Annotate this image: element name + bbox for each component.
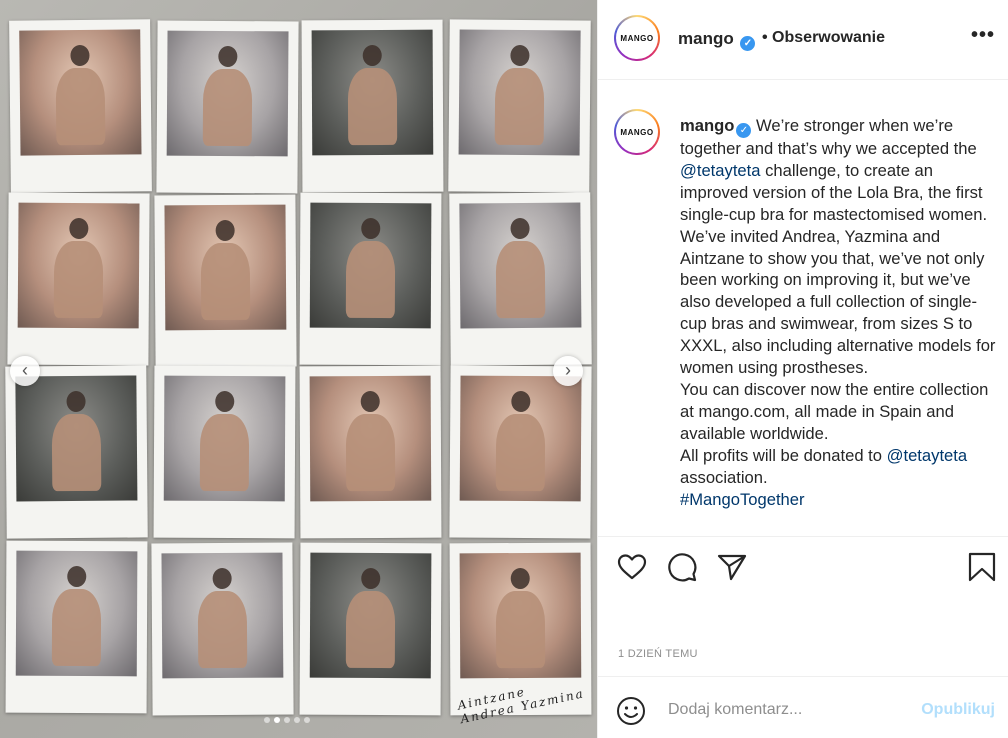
polaroid-photo: [156, 20, 299, 194]
carousel-dot: [304, 717, 310, 723]
mention-link[interactable]: @tetayteta: [887, 446, 968, 465]
avatar[interactable]: MANGO: [614, 15, 660, 61]
carousel-dot: [284, 717, 290, 723]
polaroid-photo: [448, 19, 591, 193]
carousel-dot: [264, 717, 270, 723]
polaroid-photo: [299, 365, 442, 539]
carousel-prev-button[interactable]: ‹: [10, 356, 40, 386]
polaroid-photo: [449, 192, 592, 366]
caption-text-part: You can discover now the entire collecti…: [680, 379, 989, 443]
verified-badge-icon: ✓: [736, 123, 752, 138]
polaroid-photo: [299, 192, 442, 366]
polaroid-photo: [299, 542, 442, 716]
action-bar: [598, 536, 1008, 598]
polaroid-photo: [5, 365, 148, 539]
caption-text-part: All profits will be donated to: [680, 445, 887, 465]
username-text: mango: [678, 29, 734, 48]
more-options-icon[interactable]: •••: [971, 24, 995, 47]
avatar[interactable]: MANGO: [614, 109, 660, 155]
publish-button[interactable]: Opublikuj: [921, 701, 995, 719]
polaroid-photo: [7, 192, 150, 366]
paper-plane-icon[interactable]: [716, 551, 748, 583]
heart-icon[interactable]: [616, 551, 648, 583]
avatar-logo: MANGO: [616, 111, 658, 153]
polaroid-photo: [5, 540, 148, 714]
mention-link[interactable]: @tetayteta: [680, 161, 761, 180]
post-image[interactable]: Aintzane Andrea Yazmina ‹ ›: [0, 0, 597, 738]
bookmark-icon[interactable]: [966, 551, 998, 583]
comment-bar: Opublikuj: [598, 676, 1008, 738]
post-timestamp[interactable]: 1 DZIEŃ TEMU: [618, 648, 698, 660]
polaroid-photo: [153, 365, 296, 539]
polaroid-photo: [151, 542, 294, 716]
caption-username[interactable]: mango: [680, 116, 734, 135]
caption-text: mango ✓ We’re stronger when we’re togethe…: [680, 115, 996, 510]
carousel-next-button[interactable]: ›: [553, 356, 583, 386]
avatar-logo: MANGO: [616, 17, 658, 59]
username-link[interactable]: mango ✓: [678, 29, 756, 51]
carousel-dot-active: [274, 717, 280, 723]
smiley-icon[interactable]: [616, 696, 646, 726]
comment-icon[interactable]: [666, 551, 698, 583]
carousel-dots: [264, 717, 310, 723]
post-caption: MANGO mango ✓ We’re stronger when we’re t…: [598, 100, 1008, 532]
verified-badge-icon: ✓: [740, 36, 756, 51]
caption-text-part: challenge, to create an improved version…: [680, 160, 996, 378]
caption-text-part: association.: [680, 467, 768, 487]
carousel-dot: [294, 717, 300, 723]
hashtag-link[interactable]: #MangoTogether: [680, 490, 805, 509]
post-sidebar: MANGO mango ✓ • Obserwowanie ••• MANGO m…: [597, 0, 1008, 738]
polaroid-photo: [9, 19, 152, 193]
polaroid-photo: [449, 365, 592, 539]
following-button[interactable]: • Obserwowanie: [762, 29, 885, 47]
polaroid-photo: [301, 19, 444, 193]
post-header: MANGO mango ✓ • Obserwowanie •••: [598, 0, 1008, 80]
comment-input[interactable]: [668, 701, 908, 719]
polaroid-photo: [154, 194, 297, 368]
